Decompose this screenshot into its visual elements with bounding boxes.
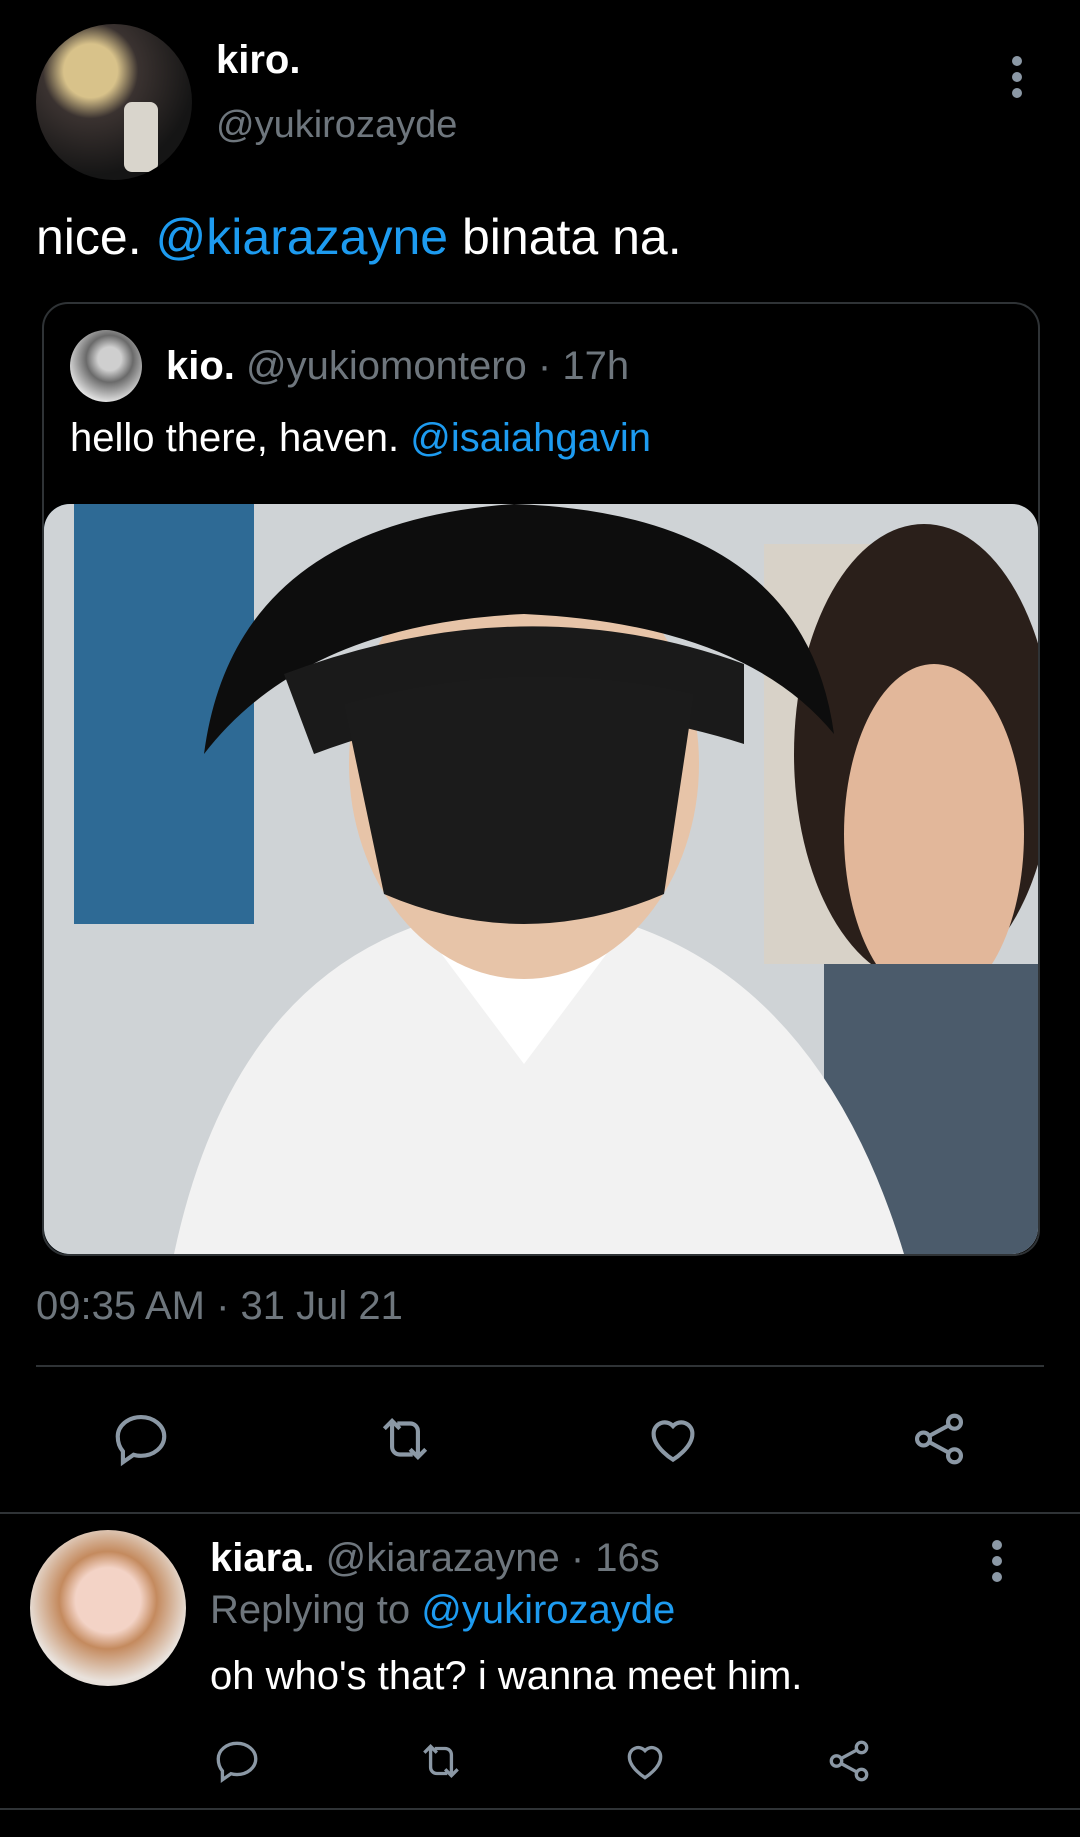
quoted-avatar[interactable] <box>70 330 142 402</box>
more-icon[interactable] <box>992 1540 1006 1588</box>
reply-text: oh who's that? i wanna meet him. <box>210 1654 803 1698</box>
share-icon[interactable] <box>824 1736 874 1786</box>
like-icon[interactable] <box>620 1736 670 1786</box>
phone-in-photo <box>124 102 158 172</box>
mention-link[interactable]: @kiarazayne <box>156 209 449 265</box>
reply-time: · 16s <box>570 1536 660 1580</box>
quoted-header: kio. @yukiomontero · 17h <box>166 344 629 389</box>
reply-header: kiara. @kiarazayne · 16s <box>210 1536 660 1581</box>
share-icon[interactable] <box>908 1408 970 1470</box>
tweet-text-after: binata na. <box>448 209 682 265</box>
replying-to-handle[interactable]: @yukirozayde <box>421 1588 675 1632</box>
more-icon[interactable] <box>1012 56 1026 104</box>
reply-handle[interactable]: @kiarazayne <box>326 1536 560 1580</box>
like-icon[interactable] <box>642 1408 704 1470</box>
replying-to-label: Replying to <box>210 1588 422 1632</box>
quoted-tweet-card[interactable]: kio. @yukiomontero · 17h hello there, ha… <box>42 302 1040 1256</box>
retweet-icon[interactable] <box>374 1408 436 1470</box>
display-name[interactable]: kiro. <box>216 38 300 83</box>
quoted-time: · 17h <box>537 344 630 388</box>
divider <box>0 1808 1080 1810</box>
quoted-display-name[interactable]: kio. <box>166 344 235 388</box>
reply-display-name[interactable]: kiara. <box>210 1536 315 1580</box>
reply-avatar[interactable] <box>30 1530 186 1686</box>
user-handle[interactable]: @yukirozayde <box>216 104 457 147</box>
quoted-text-body: hello there, haven. <box>70 416 411 460</box>
quoted-handle[interactable]: @yukiomontero <box>246 344 527 388</box>
tweet-text: nice. @kiarazayne binata na. <box>36 208 682 266</box>
quoted-photo[interactable] <box>44 504 1038 1254</box>
divider <box>0 1512 1080 1514</box>
quoted-mention-link[interactable]: @isaiahgavin <box>410 416 651 460</box>
retweet-icon[interactable] <box>416 1736 466 1786</box>
tweet-timestamp[interactable]: 09:35 AM · 31 Jul 21 <box>36 1284 403 1329</box>
divider <box>36 1365 1044 1367</box>
tweet-text-before: nice. <box>36 209 156 265</box>
replying-to: Replying to @yukirozayde <box>210 1588 675 1633</box>
quoted-text: hello there, haven. @isaiahgavin <box>70 416 651 461</box>
photo-illustration <box>44 504 1038 1254</box>
reply-icon[interactable] <box>212 1736 262 1786</box>
avatar[interactable] <box>36 24 192 180</box>
reply-icon[interactable] <box>110 1408 172 1470</box>
